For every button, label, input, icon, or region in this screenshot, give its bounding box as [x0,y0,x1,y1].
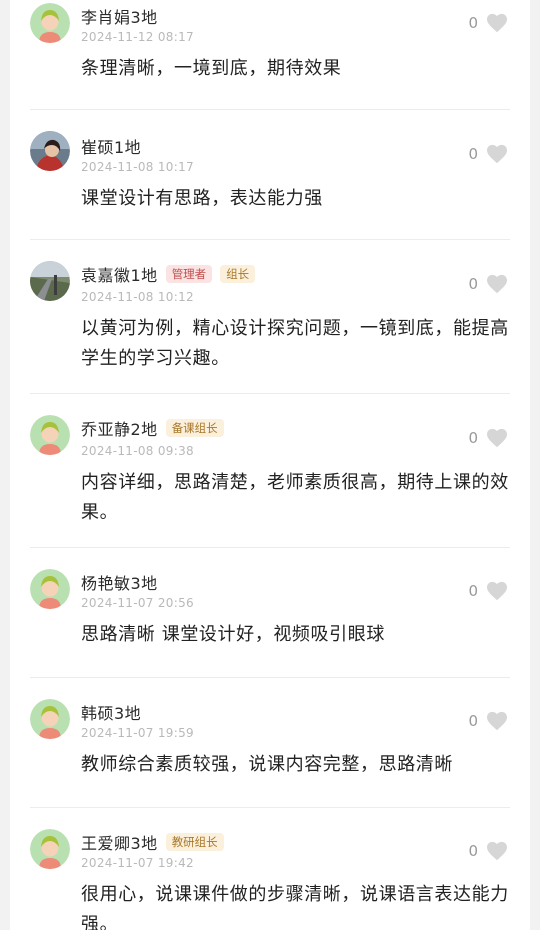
comment-time: 2024-11-07 20:56 [81,596,194,610]
like-button[interactable]: 0 [468,13,508,33]
avatar[interactable] [30,261,70,301]
comment-time: 2024-11-07 19:59 [81,726,194,740]
commenter-name: 李肖娟3地 [81,8,158,27]
like-count: 0 [468,145,478,163]
comment-item: 乔亚静2地 备课组长 2024-11-08 09:38 0 内容详细，思路清楚，… [10,394,530,548]
comment-item: 崔硕1地 2024-11-08 10:17 0 课堂设计有思路，表达能力强 [10,110,530,240]
comment-time: 2024-11-08 10:12 [81,290,194,304]
heart-icon [487,274,507,294]
comment-item: 韩硕3地 2024-11-07 19:59 0 教师综合素质较强，说课内容完整，… [10,678,530,808]
default-avatar-icon [30,569,70,609]
comment-item: 王爱卿3地 教研组长 2024-11-07 19:42 0 很用心，说课课件做的… [10,808,530,930]
like-button[interactable]: 0 [468,841,508,861]
commenter-name: 崔硕1地 [81,138,142,157]
comment-text: 课堂设计有思路，表达能力强 [81,188,323,209]
heart-icon [487,711,507,731]
avatar[interactable] [30,569,70,609]
like-button[interactable]: 0 [468,428,508,448]
comment-text: 以黄河为例，精心设计探究问题，一镜到底，能提高学生的学习兴趣。 [81,318,509,369]
commenter-name: 韩硕3地 [81,704,142,723]
default-avatar-icon [30,699,70,739]
comment-time: 2024-11-08 10:17 [81,160,194,174]
user-photo-avatar [30,131,70,171]
default-avatar-icon [30,829,70,869]
heart-icon [487,841,507,861]
avatar[interactable] [30,829,70,869]
comment-text: 思路清晰 课堂设计好，视频吸引眼球 [81,624,385,645]
like-count: 0 [468,429,478,447]
role-badge-research-leader: 教研组长 [165,833,224,851]
comment-text: 很用心，说课课件做的步骤清晰，说课语言表达能力强。 [81,884,509,930]
like-button[interactable]: 0 [468,274,508,294]
default-avatar-icon [30,415,70,455]
like-count: 0 [468,582,478,600]
avatar[interactable] [30,131,70,171]
heart-icon [487,428,507,448]
avatar[interactable] [30,3,70,43]
heart-icon [487,144,507,164]
comment-list: 李肖娟3地 2024-11-12 08:17 0 条理清晰，一境到底，期待效果 … [10,0,530,930]
commenter-name: 袁嘉徽1地 [81,266,158,285]
role-badge-group-leader: 组长 [220,265,256,283]
like-button[interactable]: 0 [468,144,508,164]
role-badge-lesson-prep-leader: 备课组长 [165,419,224,437]
comment-text: 教师综合素质较强，说课内容完整，思路清晰 [81,754,453,775]
like-button[interactable]: 0 [468,711,508,731]
heart-icon [487,581,507,601]
like-count: 0 [468,275,478,293]
commenter-name: 王爱卿3地 [81,834,158,853]
avatar[interactable] [30,699,70,739]
user-photo-avatar [30,261,70,301]
comment-item: 袁嘉徽1地 管理者 组长 2024-11-08 10:12 0 以黄河为例，精心… [10,240,530,394]
avatar[interactable] [30,415,70,455]
comment-time: 2024-11-12 08:17 [81,30,194,44]
like-button[interactable]: 0 [468,581,508,601]
heart-icon [487,13,507,33]
comment-text: 条理清晰，一境到底，期待效果 [81,58,342,79]
comment-time: 2024-11-07 19:42 [81,856,194,870]
commenter-name: 乔亚静2地 [81,420,158,439]
commenter-name: 杨艳敏3地 [81,574,158,593]
comment-item: 李肖娟3地 2024-11-12 08:17 0 条理清晰，一境到底，期待效果 [10,0,530,110]
comment-item: 杨艳敏3地 2024-11-07 20:56 0 思路清晰 课堂设计好，视频吸引… [10,548,530,678]
default-avatar-icon [30,3,70,43]
like-count: 0 [468,14,478,32]
like-count: 0 [468,842,478,860]
role-badge-admin: 管理者 [165,265,213,283]
like-count: 0 [468,712,478,730]
comment-text: 内容详细，思路清楚，老师素质很高，期待上课的效果。 [81,472,509,523]
comment-time: 2024-11-08 09:38 [81,444,194,458]
